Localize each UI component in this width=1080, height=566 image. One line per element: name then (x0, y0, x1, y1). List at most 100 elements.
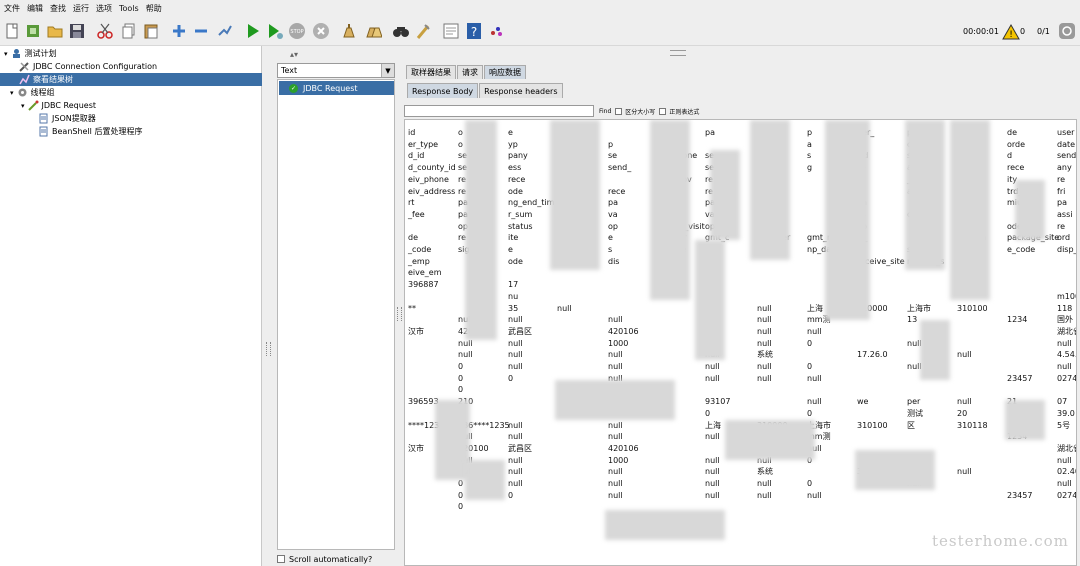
save-icon[interactable] (68, 22, 86, 40)
pipette-icon (27, 100, 39, 111)
response-cell: re (1057, 221, 1066, 231)
menu-item[interactable]: 编辑 (27, 3, 43, 14)
collapse-icon[interactable] (192, 22, 210, 40)
tree-item-thread-group[interactable]: ▾ 线程组 (10, 86, 55, 99)
tree-item-json-extractor[interactable]: JSON提取器 (38, 112, 96, 125)
find-label[interactable]: Find (599, 108, 611, 115)
response-cell: 17.26.0 (857, 350, 888, 360)
response-body-text[interactable]: idoer_codecodepadpder_procustdeuserorder… (404, 119, 1077, 566)
menu-item[interactable]: 查找 (50, 3, 66, 14)
response-cell: nu (508, 291, 519, 301)
menu-item[interactable]: Tools (119, 4, 139, 13)
response-cell: null (608, 467, 623, 477)
templates-icon[interactable] (24, 22, 42, 40)
tree-item-label: 察看结果树 (33, 75, 73, 84)
response-cell: null (608, 315, 623, 325)
search-icon[interactable] (392, 22, 410, 40)
paste-icon[interactable] (142, 22, 160, 40)
response-cell: null (807, 490, 822, 500)
cut-icon[interactable] (96, 22, 114, 40)
redaction-block (855, 450, 935, 490)
function-helper-icon[interactable] (442, 22, 460, 40)
new-icon[interactable] (3, 22, 21, 40)
tree-item-jdbc-request[interactable]: ▾ JDBC Request (21, 99, 96, 112)
response-cell: null (705, 479, 720, 488)
response-cell: 国外 (1057, 315, 1073, 325)
stop-icon[interactable]: STOP (288, 22, 306, 40)
start-no-pause-icon[interactable] (266, 22, 284, 40)
response-cell: null (508, 455, 523, 465)
tree-item-beanshell-postprocessor[interactable]: BeanShell 后置处理程序 (38, 125, 142, 138)
response-cell: 系统 (757, 467, 773, 477)
clear-icon[interactable] (340, 22, 358, 40)
tab-response-data[interactable]: 响应数据 (484, 65, 526, 79)
renderer-select-value: Text (281, 66, 298, 75)
response-cell: ode (508, 186, 523, 196)
tree-item-test-plan[interactable]: ▾ 测试计划 (4, 47, 57, 60)
response-cell: eive_em (408, 268, 442, 278)
warning-icon[interactable]: ! (1002, 23, 1020, 41)
collapse-toggle-icon[interactable]: ▾ (21, 102, 25, 110)
response-cell: ess (508, 163, 522, 173)
response-cell: 23457 (1007, 373, 1033, 383)
regex-checkbox[interactable] (659, 107, 667, 115)
collapse-toggle-icon[interactable]: ▾ (4, 50, 8, 58)
tab-response-body[interactable]: Response Body (407, 83, 479, 98)
results-splitter[interactable] (396, 63, 404, 566)
response-cell: ** (408, 303, 416, 313)
redaction-block (905, 120, 945, 270)
response-cell: pa (608, 198, 618, 208)
menu-item[interactable]: 选项 (96, 3, 112, 14)
tab-response-headers[interactable]: Response headers (479, 83, 563, 98)
shutdown-icon[interactable] (312, 22, 330, 40)
response-cell: send_city_id (1057, 151, 1077, 161)
response-cell: ite (508, 233, 519, 243)
start-icon[interactable] (244, 22, 262, 40)
response-cell: pa (1057, 198, 1067, 208)
open-icon[interactable] (46, 22, 64, 40)
redaction-block (465, 460, 505, 500)
response-cell: d_id (408, 151, 425, 161)
response-cell: null (757, 490, 772, 500)
case-sensitive-checkbox[interactable] (615, 107, 623, 115)
response-cell: eiv_address (408, 186, 456, 196)
tree-item-label: JDBC Connection Configuration (33, 62, 158, 71)
tree-splitter[interactable] (263, 46, 275, 566)
collapse-arrows-icon[interactable]: ▴▾ (290, 50, 298, 59)
tree-item-jdbc-connection[interactable]: JDBC Connection Configuration (19, 60, 157, 73)
response-cell: null (508, 350, 523, 360)
renderer-select[interactable]: Text ▼ (277, 63, 395, 78)
tree-item-view-results-tree[interactable]: 察看结果树 (0, 73, 262, 86)
toggle-icon[interactable] (216, 22, 234, 40)
reset-search-icon[interactable] (414, 22, 432, 40)
tab-sampler-result[interactable]: 取样器结果 (406, 65, 456, 79)
response-cell: de (408, 233, 418, 243)
tab-request[interactable]: 请求 (457, 65, 483, 79)
response-cell: d (1007, 151, 1013, 161)
divider-grip-icon[interactable] (670, 50, 686, 56)
response-cell: 区 (907, 420, 915, 430)
help-icon[interactable]: ? (465, 22, 483, 40)
menu-item[interactable]: 文件 (4, 3, 20, 14)
remote-icon[interactable] (487, 22, 505, 40)
response-cell: 39.0 (1057, 408, 1075, 418)
response-cell: null (757, 373, 772, 383)
response-cell: m10000 (1057, 291, 1076, 301)
menu-item[interactable]: 帮助 (146, 3, 162, 14)
chevron-down-icon[interactable]: ▼ (381, 64, 394, 77)
sample-result-item[interactable]: ✓ JDBC Request (279, 81, 394, 95)
clear-all-icon[interactable] (364, 22, 382, 40)
tree-item-label: JDBC Request (41, 101, 97, 110)
response-cell: de (1007, 128, 1017, 137)
copy-icon[interactable] (120, 22, 138, 40)
scroll-automatically-checkbox[interactable]: Scroll automatically? (277, 553, 372, 565)
checkbox-icon[interactable] (277, 555, 285, 563)
find-input[interactable] (404, 105, 594, 117)
collapse-toggle-icon[interactable]: ▾ (10, 89, 14, 97)
splitter-grip-icon (397, 307, 402, 321)
test-plan-icon (11, 48, 22, 59)
expand-icon[interactable] (170, 22, 188, 40)
response-cell: rt (408, 198, 415, 208)
menu-item[interactable]: 运行 (73, 3, 89, 14)
response-cell: 上海 (807, 303, 823, 313)
